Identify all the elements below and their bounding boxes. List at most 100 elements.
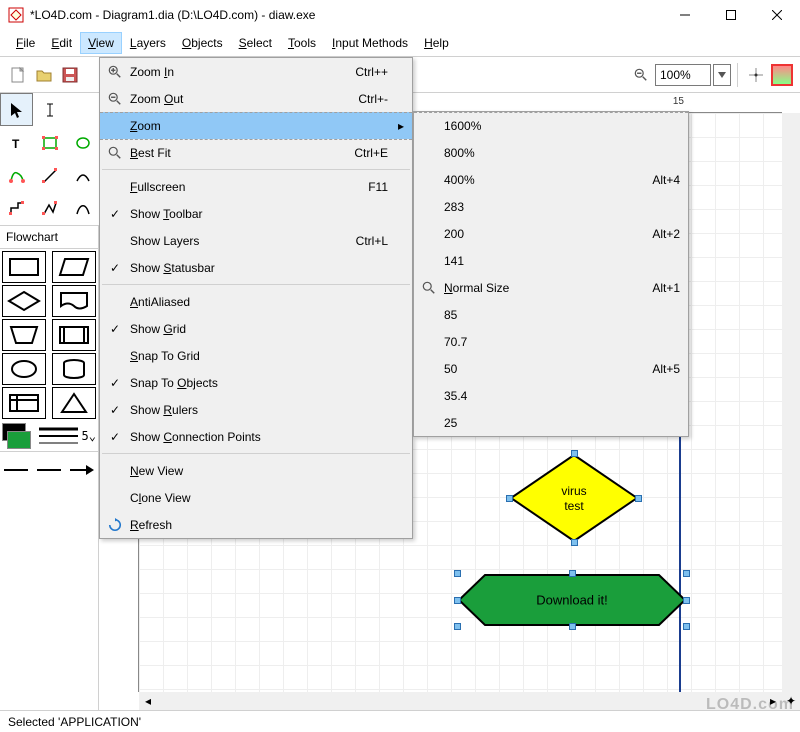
menu-zoom-submenu[interactable]: Zoom ▸ bbox=[100, 112, 412, 139]
view-menu-dropdown: Zoom In Ctrl++ Zoom Out Ctrl+- Zoom ▸ Be… bbox=[99, 57, 413, 539]
menu-show-grid[interactable]: ✓Show Grid bbox=[100, 315, 412, 342]
color-selector[interactable]: 5⌄ bbox=[0, 421, 98, 451]
zoom-in-icon bbox=[104, 65, 126, 79]
menu-help[interactable]: Help bbox=[416, 32, 457, 54]
check-icon: ✓ bbox=[104, 430, 126, 444]
zoom-283[interactable]: 283 bbox=[414, 193, 688, 220]
scrollbar-horizontal[interactable]: ◂ ▸ bbox=[139, 692, 782, 710]
menu-new-view[interactable]: New View bbox=[100, 457, 412, 484]
shape-process[interactable] bbox=[2, 251, 46, 283]
zoom-50[interactable]: 50Alt+5 bbox=[414, 355, 688, 382]
menu-select[interactable]: Select bbox=[231, 32, 280, 54]
menu-snap-objects[interactable]: ✓Snap To Objects bbox=[100, 369, 412, 396]
menu-antialiased[interactable]: AntiAliased bbox=[100, 288, 412, 315]
tool-text-cursor[interactable] bbox=[33, 93, 66, 126]
zoom-dropdown[interactable] bbox=[713, 64, 731, 86]
shape-connector[interactable] bbox=[2, 353, 46, 385]
menu-zoom-out[interactable]: Zoom Out Ctrl+- bbox=[100, 85, 412, 112]
menu-edit[interactable]: Edit bbox=[43, 32, 80, 54]
tool-polyline[interactable] bbox=[33, 192, 66, 225]
maximize-button[interactable] bbox=[708, 0, 754, 30]
menu-fullscreen[interactable]: Fullscreen F11 bbox=[100, 173, 412, 200]
tool-text[interactable]: T bbox=[0, 126, 33, 159]
tool-ellipse[interactable] bbox=[66, 126, 99, 159]
menu-show-connection-points[interactable]: ✓Show Connection Points bbox=[100, 423, 412, 450]
window-title: *LO4D.com - Diagram1.dia (D:\LO4D.com) -… bbox=[30, 8, 662, 22]
zoom-out-icon[interactable] bbox=[629, 63, 653, 87]
check-icon: ✓ bbox=[104, 403, 126, 417]
zoom-25[interactable]: 25 bbox=[414, 409, 688, 436]
menu-file[interactable]: File bbox=[8, 32, 43, 54]
menu-show-toolbar[interactable]: ✓Show Toolbar bbox=[100, 200, 412, 227]
shape-document[interactable] bbox=[52, 285, 96, 317]
line-solid[interactable] bbox=[35, 461, 63, 479]
scrollbar-vertical[interactable] bbox=[782, 113, 800, 692]
menu-tools[interactable]: Tools bbox=[280, 32, 324, 54]
zoom-1600[interactable]: 1600% bbox=[414, 112, 688, 139]
menu-separator bbox=[102, 453, 410, 454]
zoom-200[interactable]: 200Alt+2 bbox=[414, 220, 688, 247]
zoom-35-4[interactable]: 35.4 bbox=[414, 382, 688, 409]
tool-zigzag[interactable] bbox=[0, 192, 33, 225]
shape-io[interactable] bbox=[52, 251, 96, 283]
menu-clone-view[interactable]: Clone View bbox=[100, 484, 412, 511]
minimize-button[interactable] bbox=[662, 0, 708, 30]
line-style-icon[interactable] bbox=[35, 423, 78, 449]
zoom-normal[interactable]: Normal SizeAlt+1 bbox=[414, 274, 688, 301]
menu-layers[interactable]: Layers bbox=[122, 32, 174, 54]
zoom-70-7[interactable]: 70.7 bbox=[414, 328, 688, 355]
titlebar: *LO4D.com - Diagram1.dia (D:\LO4D.com) -… bbox=[0, 0, 800, 30]
check-icon: ✓ bbox=[104, 207, 126, 221]
zoom-85[interactable]: 85 bbox=[414, 301, 688, 328]
close-button[interactable] bbox=[754, 0, 800, 30]
menu-separator bbox=[102, 169, 410, 170]
arrow-start-none[interactable] bbox=[2, 461, 30, 479]
refresh-icon bbox=[104, 518, 126, 532]
save-icon[interactable] bbox=[58, 63, 82, 87]
menu-show-statusbar[interactable]: ✓Show Statusbar bbox=[100, 254, 412, 281]
shape-extract[interactable] bbox=[52, 387, 96, 419]
menu-zoom-in[interactable]: Zoom In Ctrl++ bbox=[100, 58, 412, 85]
shape-internal[interactable] bbox=[2, 387, 46, 419]
open-icon[interactable] bbox=[32, 63, 56, 87]
tool-blank-1[interactable] bbox=[66, 93, 99, 126]
zoom-800[interactable]: 800% bbox=[414, 139, 688, 166]
menubar: File Edit View Layers Objects Select Too… bbox=[0, 30, 800, 57]
tool-line[interactable] bbox=[33, 159, 66, 192]
tool-polygon[interactable] bbox=[0, 159, 33, 192]
tool-pointer[interactable] bbox=[0, 93, 33, 126]
shape-set-label[interactable]: Flowchart bbox=[0, 225, 98, 249]
check-icon: ✓ bbox=[104, 322, 126, 336]
menu-show-rulers[interactable]: ✓Show Rulers bbox=[100, 396, 412, 423]
menu-view[interactable]: View bbox=[80, 32, 122, 54]
shape-manual-op[interactable] bbox=[2, 319, 46, 351]
shape-database[interactable] bbox=[52, 353, 96, 385]
app-icon bbox=[8, 7, 24, 23]
menu-input-methods[interactable]: Input Methods bbox=[324, 32, 416, 54]
menu-show-layers[interactable]: Show Layers Ctrl+L bbox=[100, 227, 412, 254]
toolbox-panel: T Flowchart bbox=[0, 93, 99, 710]
svg-text:T: T bbox=[12, 137, 20, 151]
zoom-input[interactable] bbox=[655, 64, 711, 86]
menu-snap-grid[interactable]: Snap To Grid bbox=[100, 342, 412, 369]
tool-box[interactable] bbox=[33, 126, 66, 159]
shape-decision-virus-test[interactable]: virustest bbox=[509, 453, 639, 543]
tool-bezier[interactable] bbox=[66, 192, 99, 225]
shape-predefined[interactable] bbox=[52, 319, 96, 351]
menu-best-fit[interactable]: Best Fit Ctrl+E bbox=[100, 139, 412, 166]
ruler-tick-15: 15 bbox=[673, 96, 684, 107]
new-icon[interactable] bbox=[6, 63, 30, 87]
tool-arc[interactable] bbox=[66, 159, 99, 192]
snap-object-icon[interactable] bbox=[770, 63, 794, 87]
shape-decision[interactable] bbox=[2, 285, 46, 317]
hexagon-text: Download it! bbox=[536, 593, 608, 608]
zoom-141[interactable]: 141 bbox=[414, 247, 688, 274]
shape-preparation-download[interactable]: Download it! bbox=[457, 573, 687, 627]
zoom-400[interactable]: 400%Alt+4 bbox=[414, 166, 688, 193]
zoom-fit-icon bbox=[104, 146, 126, 160]
zoom-out-icon bbox=[104, 92, 126, 106]
snap-grid-icon[interactable] bbox=[744, 63, 768, 87]
menu-refresh[interactable]: Refresh bbox=[100, 511, 412, 538]
menu-objects[interactable]: Objects bbox=[174, 32, 231, 54]
arrow-end[interactable] bbox=[68, 461, 96, 479]
